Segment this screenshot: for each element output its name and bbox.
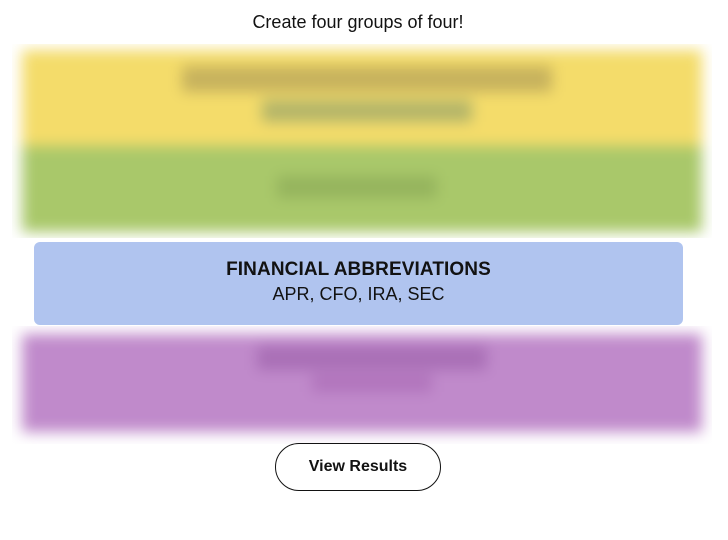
group-members: APR, CFO, IRA, SEC — [272, 284, 445, 304]
blurred-groups-yellow-green — [12, 44, 712, 238]
revealed-group-card: FINANCIAL ABBREVIATIONS APR, CFO, IRA, S… — [34, 242, 683, 325]
blurred-group-yellow — [22, 50, 702, 146]
connections-results-screen: Create four groups of four! FINANCIAL AB… — [0, 0, 728, 540]
group-title: FINANCIAL ABBREVIATIONS — [226, 259, 491, 280]
blurred-group-purple — [12, 326, 712, 444]
instruction-text: Create four groups of four! — [252, 12, 464, 32]
view-results-button[interactable]: View Results — [275, 443, 441, 491]
